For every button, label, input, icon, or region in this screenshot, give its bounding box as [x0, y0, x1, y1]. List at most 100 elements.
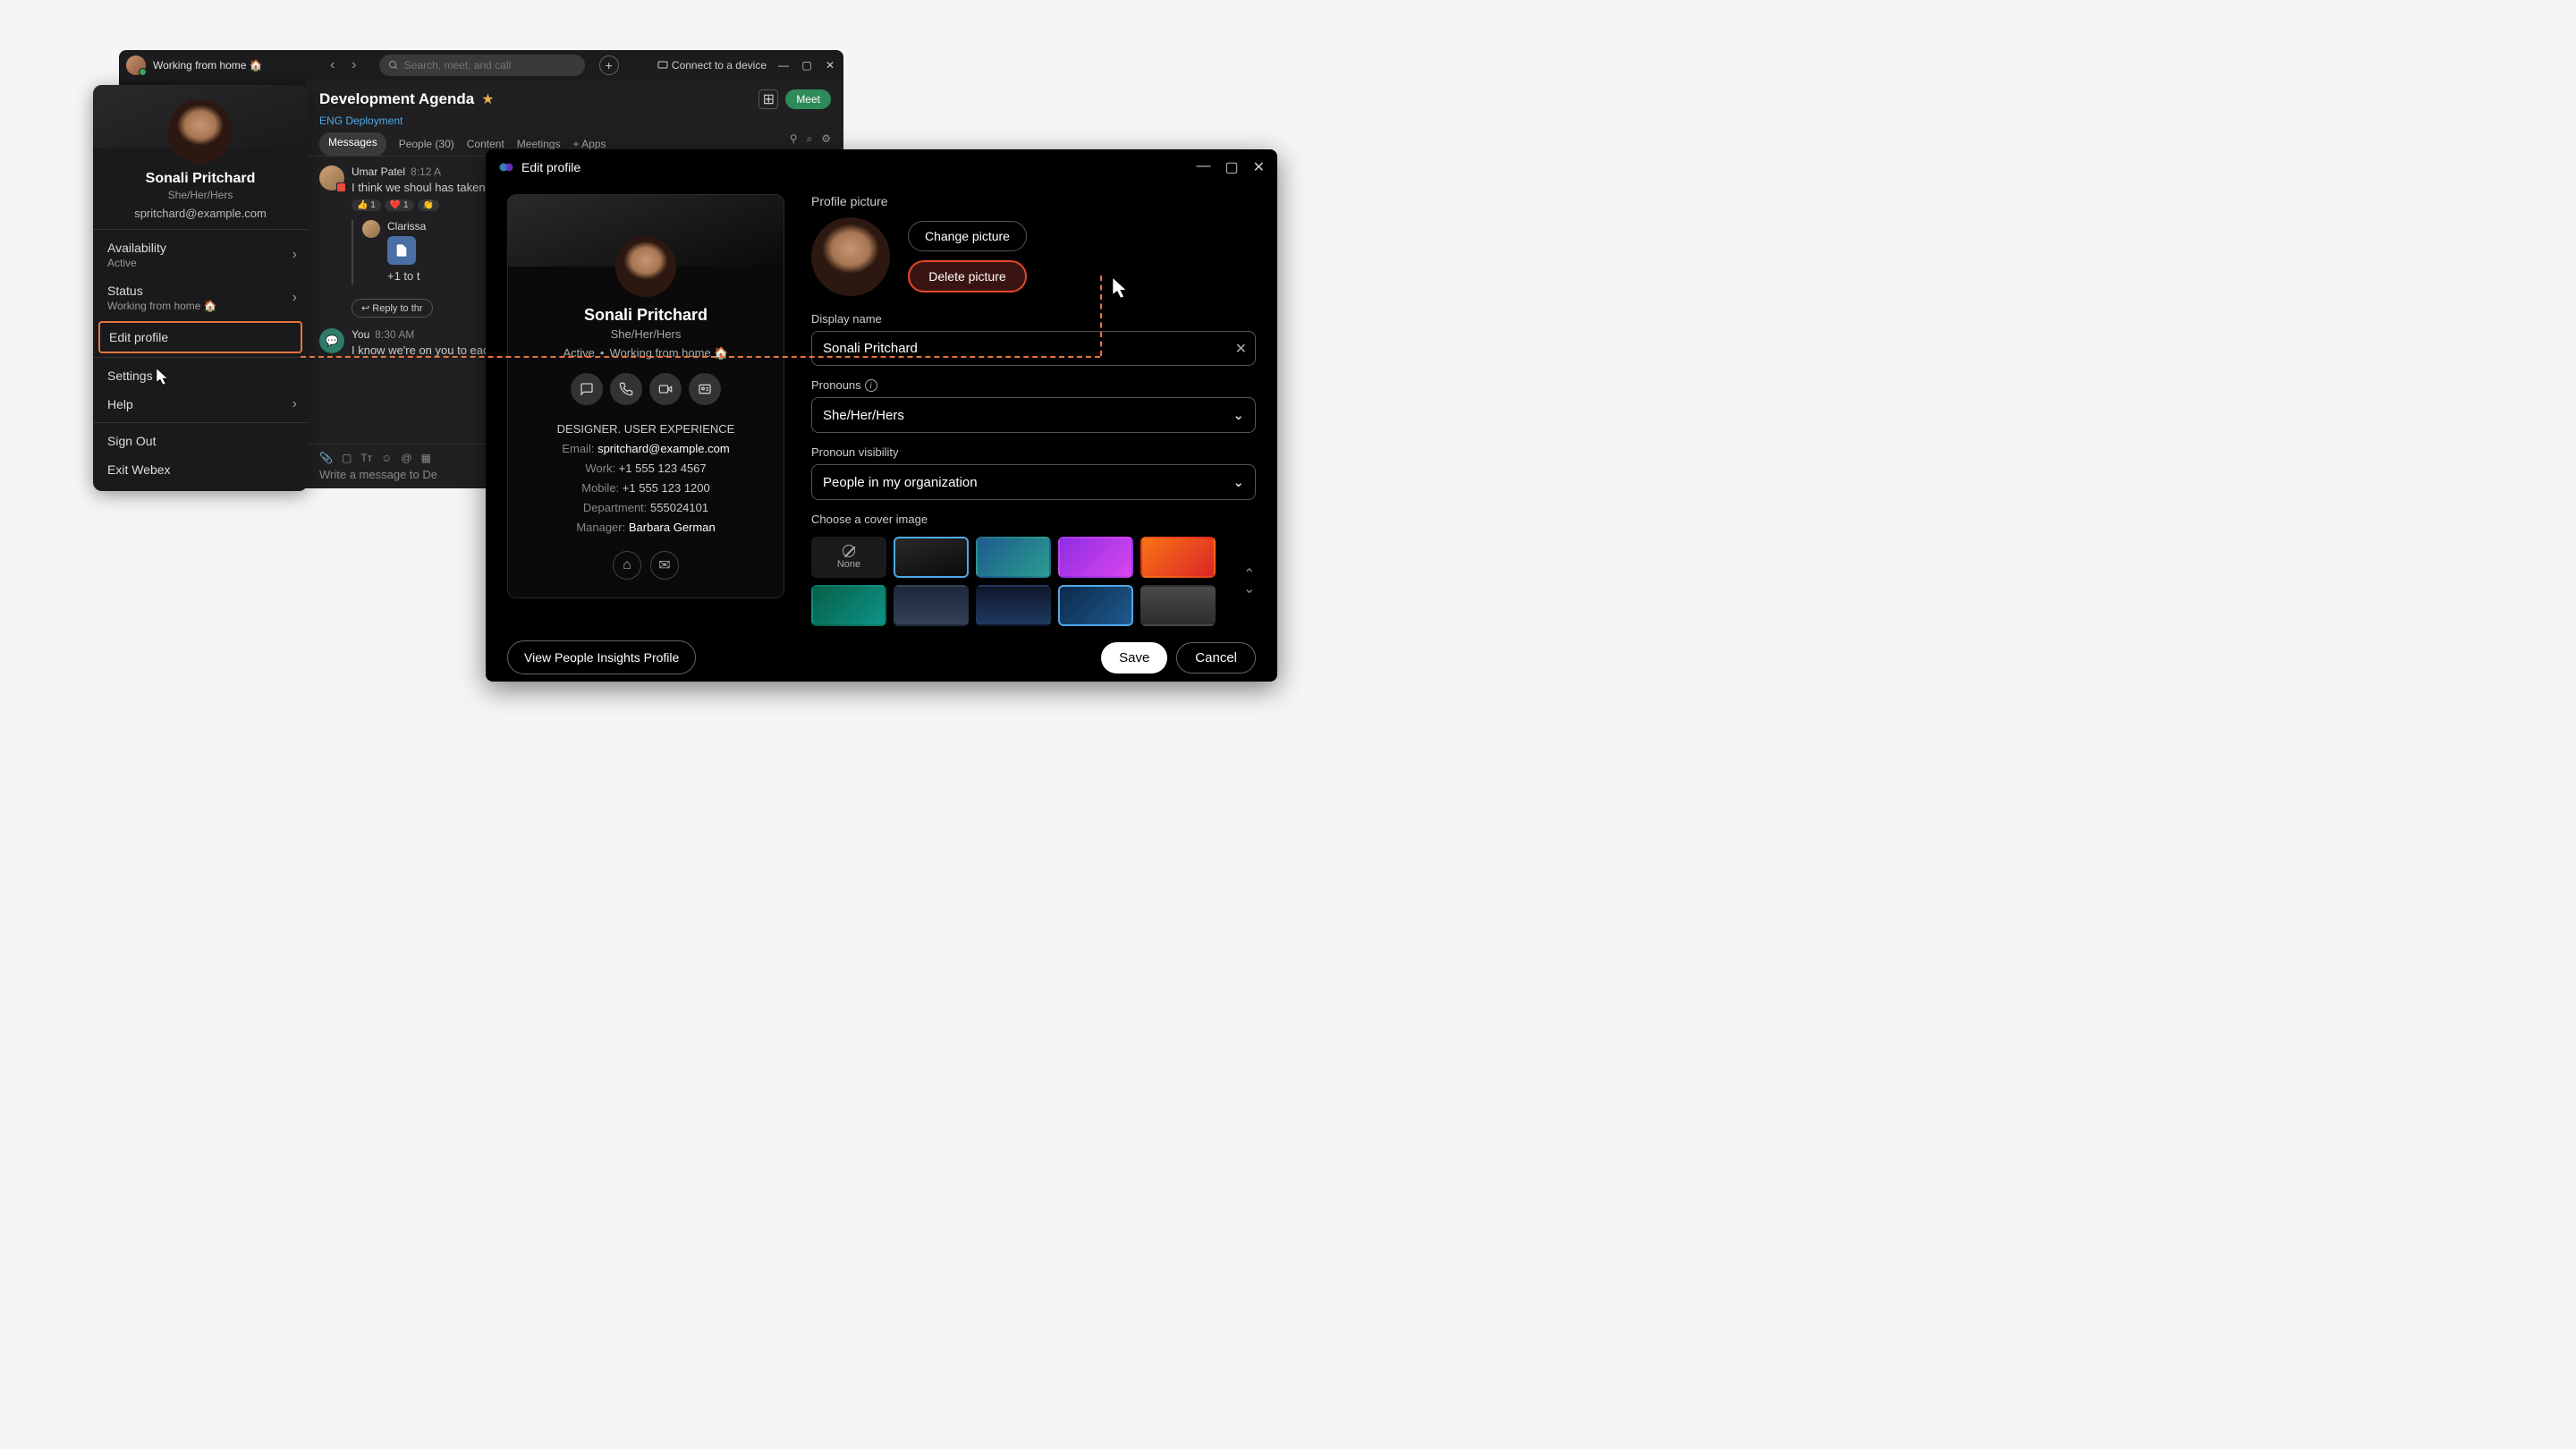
email-link-icon[interactable]: ✉ — [650, 551, 679, 580]
display-name-label: Display name — [811, 312, 1256, 326]
availability-label: Availability — [107, 241, 293, 255]
card-info: DESIGNER. USER EXPERIENCE Email: spritch… — [508, 419, 784, 538]
gif-icon[interactable]: ▦ — [421, 452, 431, 464]
message-avatar[interactable] — [362, 220, 380, 238]
message-author: You — [352, 328, 369, 341]
pronouns-label: Pronouns i — [811, 378, 1256, 392]
message-time: 8:30 AM — [375, 328, 414, 341]
cover-grid: None — [811, 537, 1238, 626]
chevron-right-icon: › — [292, 290, 297, 306]
pronouns-value: She/Her/Hers — [823, 408, 904, 423]
attachment-icon[interactable] — [387, 236, 416, 265]
visibility-select[interactable]: People in my organization ⌄ — [811, 464, 1256, 500]
search-bar[interactable] — [379, 55, 585, 76]
scroll-down-icon[interactable]: ⌄ — [1243, 580, 1256, 592]
minimize-button[interactable]: — — [777, 59, 790, 72]
new-action-button[interactable]: + — [599, 55, 619, 75]
reaction[interactable]: 👏 — [418, 199, 439, 211]
card-name: Sonali Pritchard — [508, 306, 784, 325]
maximize-button[interactable]: ▢ — [1224, 158, 1238, 176]
cursor-icon — [157, 369, 174, 390]
profile-picture-label: Profile picture — [811, 194, 1256, 208]
meet-button[interactable]: Meet — [785, 89, 831, 109]
reaction[interactable]: ❤️ 1 — [385, 199, 414, 211]
message-time: 8:12 A — [411, 165, 441, 178]
card-manager[interactable]: Barbara German — [629, 521, 716, 534]
avatar[interactable] — [126, 55, 146, 75]
maximize-button[interactable]: ▢ — [801, 59, 813, 72]
profile-menu: Sonali Pritchard She/Her/Hers spritchard… — [93, 85, 308, 491]
apps-icon[interactable]: ⊞ — [758, 89, 778, 109]
cover-option[interactable] — [894, 537, 969, 578]
cover-option[interactable] — [976, 585, 1051, 626]
call-action[interactable] — [610, 373, 642, 405]
close-button[interactable]: ✕ — [1253, 158, 1265, 176]
cover-option[interactable] — [976, 537, 1051, 578]
message-action[interactable] — [571, 373, 603, 405]
sign-out-label: Sign Out — [107, 434, 293, 448]
pronouns-select[interactable]: She/Her/Hers ⌄ — [811, 397, 1256, 433]
cover-option[interactable] — [1140, 585, 1216, 626]
profile-name: Sonali Pritchard — [93, 171, 308, 187]
search-input[interactable] — [404, 59, 576, 72]
profile-avatar[interactable] — [168, 99, 233, 164]
scroll-up-icon[interactable]: ⌃ — [1243, 565, 1256, 578]
minimize-button[interactable]: — — [1196, 158, 1210, 176]
emoji-icon[interactable]: ☺ — [381, 452, 392, 464]
cover-option[interactable] — [1140, 537, 1216, 578]
chevron-right-icon: › — [292, 247, 297, 263]
format-icon[interactable]: Tт — [360, 452, 372, 464]
profile-email: spritchard@example.com — [93, 207, 308, 220]
status-item[interactable]: Status Working from home 🏠 › — [93, 276, 308, 319]
modal-title: Edit profile — [521, 160, 580, 174]
cover-option[interactable] — [894, 585, 969, 626]
cover-none[interactable]: None — [811, 537, 886, 578]
availability-value: Active — [107, 257, 293, 269]
help-item[interactable]: Help › — [93, 390, 308, 419]
video-action[interactable] — [649, 373, 682, 405]
screenshot-icon[interactable]: ▢ — [342, 452, 352, 464]
cursor-icon — [1113, 277, 1131, 299]
message-avatar[interactable]: 💬 — [319, 328, 344, 353]
tab-messages[interactable]: Messages — [319, 132, 386, 156]
edit-profile-item[interactable]: Edit profile — [98, 321, 302, 353]
chevron-down-icon: ⌄ — [1233, 407, 1244, 423]
availability-item[interactable]: Availability Active › — [93, 233, 308, 276]
favorite-icon[interactable]: ★ — [481, 90, 494, 108]
cancel-button[interactable]: Cancel — [1176, 642, 1256, 674]
people-insights-button[interactable]: View People Insights Profile — [507, 640, 696, 674]
chat-title: Development Agenda — [319, 90, 474, 108]
back-button[interactable]: ‹ — [324, 56, 342, 74]
sign-out-item[interactable]: Sign Out — [93, 427, 308, 455]
home-link-icon[interactable]: ⌂ — [613, 551, 641, 580]
cover-option[interactable] — [1058, 537, 1133, 578]
contact-card-action[interactable] — [689, 373, 721, 405]
settings-item[interactable]: Settings — [93, 361, 308, 390]
connector-line — [301, 356, 1100, 358]
change-picture-button[interactable]: Change picture — [908, 221, 1027, 251]
chat-subtitle[interactable]: ENG Deployment — [307, 114, 843, 132]
display-name-input[interactable] — [811, 331, 1256, 366]
connect-device[interactable]: Connect to a device — [657, 59, 767, 72]
reply-to-thread-button[interactable]: ↩ Reply to thr — [352, 299, 433, 318]
chevron-down-icon: ⌄ — [1233, 474, 1244, 490]
reaction[interactable]: 👍 1 — [352, 199, 381, 211]
cover-label: Choose a cover image — [811, 513, 1256, 526]
card-email[interactable]: spritchard@example.com — [597, 442, 730, 455]
info-icon[interactable]: i — [865, 379, 877, 392]
cover-option[interactable] — [1058, 585, 1133, 626]
delete-picture-button[interactable]: Delete picture — [908, 260, 1027, 292]
attach-icon[interactable]: 📎 — [319, 452, 333, 464]
edit-form: Profile picture Change picture Delete pi… — [811, 194, 1256, 626]
forward-button[interactable]: › — [345, 56, 363, 74]
clear-input-icon[interactable]: ✕ — [1235, 340, 1247, 358]
save-button[interactable]: Save — [1101, 642, 1167, 674]
close-button[interactable]: ✕ — [824, 59, 836, 72]
message-avatar[interactable] — [319, 165, 344, 191]
modal-footer: View People Insights Profile Save Cancel — [486, 626, 1277, 692]
cover-option[interactable] — [811, 585, 886, 626]
mention-icon[interactable]: @ — [401, 452, 411, 464]
exit-item[interactable]: Exit Webex — [93, 455, 308, 484]
settings-label: Settings — [107, 369, 293, 383]
tab-people[interactable]: People (30) — [399, 132, 454, 156]
